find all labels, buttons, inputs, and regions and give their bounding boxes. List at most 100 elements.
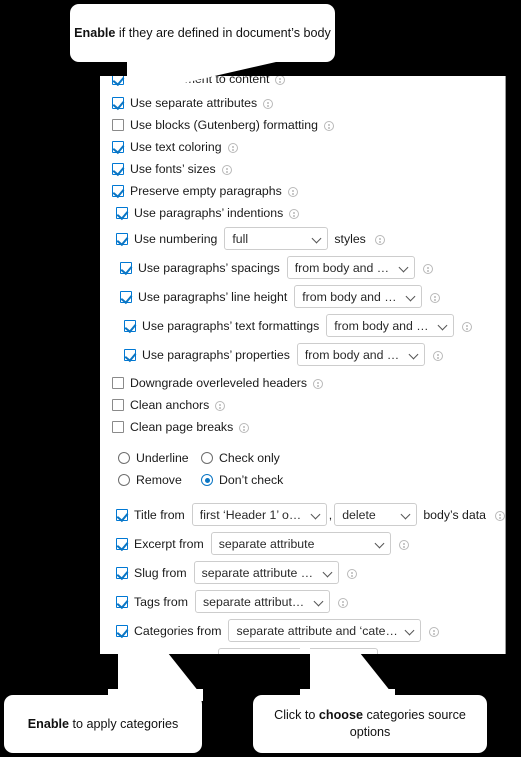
radio-option-remove[interactable]: Remove	[118, 473, 201, 487]
select-title-body-action[interactable]: delete	[334, 503, 418, 526]
setting-row-title-from[interactable]: Title from first ‘Header 1’ or ‘title’ ,…	[112, 500, 505, 529]
callout-bold-text: Enable	[27, 716, 70, 731]
select-value: separate attribute or filename	[201, 565, 316, 580]
radio-check-only[interactable]	[201, 452, 213, 464]
radio-dont-check[interactable]	[201, 474, 213, 486]
chevron-down-icon	[376, 539, 385, 548]
checkbox-use-paragraphs-text-formattings[interactable]	[124, 319, 136, 332]
checkbox-clean-page-breaks[interactable]	[112, 421, 124, 433]
checkbox-title-from[interactable]	[116, 508, 128, 521]
help-icon[interactable]	[221, 165, 232, 175]
setting-label: Tags from	[134, 594, 188, 609]
select-categories-source[interactable]: separate attribute and ‘categories’	[228, 619, 422, 642]
select-excerpt-source[interactable]: separate attribute	[210, 532, 391, 555]
setting-label: Use numbering	[134, 231, 218, 246]
setting-row-tags-from[interactable]: Tags from separate attribute and ‘tags’	[112, 587, 505, 616]
help-icon[interactable]	[289, 209, 300, 219]
setting-label: Title from	[134, 507, 185, 522]
checkbox-use-paragraphs-spacings[interactable]	[120, 261, 132, 274]
setting-row-categories-from[interactable]: Categories from separate attribute and ‘…	[112, 616, 505, 645]
setting-row-use-fonts-sizes[interactable]: Use fonts’ sizes	[112, 158, 505, 180]
select-paragraphs-line-height-source[interactable]: from body and style	[294, 285, 423, 308]
checkbox-use-text-coloring[interactable]	[112, 141, 124, 153]
select-paragraphs-spacings-source[interactable]: from body and style	[286, 256, 415, 279]
checkbox-use-blocks-gutenberg-formatting[interactable]	[112, 119, 124, 131]
setting-row-preserve-empty-paragraphs[interactable]: Preserve empty paragraphs	[112, 180, 505, 202]
setting-row-clean-page-breaks[interactable]: Clean page breaks	[112, 416, 505, 438]
checkbox-use-numbering[interactable]	[116, 232, 128, 245]
setting-row-excerpt-from[interactable]: Excerpt from separate attribute	[112, 529, 505, 558]
radio-label: Don’t check	[219, 473, 284, 487]
callout-tail-top	[106, 58, 276, 94]
radio-option-dont-check[interactable]: Don’t check	[201, 473, 283, 487]
checkbox-categories-from[interactable]	[116, 624, 128, 637]
radio-remove[interactable]	[118, 474, 130, 486]
checkbox-downgrade-overleveled-headers[interactable]	[112, 377, 124, 389]
checkbox-clean-anchors[interactable]	[112, 399, 124, 411]
chevron-down-icon	[407, 292, 416, 301]
help-icon[interactable]	[495, 510, 505, 521]
help-icon[interactable]	[430, 292, 441, 303]
help-icon[interactable]	[432, 350, 443, 361]
checkbox-use-fonts-sizes[interactable]	[112, 163, 124, 175]
help-icon[interactable]	[287, 187, 298, 197]
help-icon[interactable]	[346, 568, 357, 579]
help-icon[interactable]	[263, 99, 274, 109]
callout-tail-bottom-left	[108, 645, 203, 701]
help-icon[interactable]	[275, 76, 286, 85]
chevron-down-icon	[312, 510, 321, 519]
radio-option-check-only[interactable]: Check only	[201, 451, 280, 465]
setting-row-use-blocks-gutenberg-formatting[interactable]: Use blocks (Gutenberg) formatting	[112, 114, 505, 136]
checkbox-use-paragraphs-indentions[interactable]	[116, 207, 128, 219]
select-paragraphs-text-formattings-source[interactable]: from body and style	[326, 314, 455, 337]
setting-row-use-numbering[interactable]: Use numbering full styles	[112, 224, 505, 253]
setting-label: Downgrade overleveled headers	[130, 376, 308, 390]
setting-row-use-text-coloring[interactable]: Use text coloring	[112, 136, 505, 158]
setting-row-downgrade-overleveled-headers[interactable]: Downgrade overleveled headers	[112, 372, 505, 394]
select-slug-source[interactable]: separate attribute or filename	[193, 561, 339, 584]
checkbox-use-separate-attributes[interactable]	[112, 97, 124, 109]
setting-row-slug-from[interactable]: Slug from separate attribute or filename	[112, 558, 505, 587]
chevron-down-icon	[439, 321, 448, 330]
help-icon[interactable]	[338, 597, 348, 608]
setting-row-use-paragraphs-spacings[interactable]: Use paragraphs’ spacings from body and s…	[112, 253, 505, 282]
checkbox-preserve-empty-paragraphs[interactable]	[112, 185, 124, 197]
help-icon[interactable]	[227, 143, 238, 153]
select-paragraphs-properties-source[interactable]: from body and style	[296, 343, 425, 366]
setting-label: Preserve empty paragraphs	[130, 184, 282, 198]
select-value: separate attribute and ‘tags’	[203, 594, 307, 609]
checkbox-excerpt-from[interactable]	[116, 537, 128, 550]
chevron-down-icon	[402, 510, 411, 519]
select-value: from body and style	[334, 318, 432, 333]
radio-option-underline[interactable]: Underline	[118, 451, 201, 465]
help-icon[interactable]	[239, 423, 250, 433]
help-icon[interactable]	[429, 626, 440, 637]
setting-label-suffix: body’s data	[423, 507, 486, 522]
callout-text: if they are defined in document’s body	[115, 25, 331, 40]
help-icon[interactable]	[323, 121, 334, 131]
setting-label: Excerpt from	[134, 536, 204, 551]
help-icon[interactable]	[422, 263, 433, 274]
checkbox-tags-from[interactable]	[116, 595, 128, 608]
radio-underline[interactable]	[118, 452, 130, 464]
select-tags-source[interactable]: separate attribute and ‘tags’	[195, 590, 330, 613]
select-value: from body and style	[302, 289, 400, 304]
checkbox-slug-from[interactable]	[116, 566, 128, 579]
help-icon[interactable]	[462, 321, 473, 332]
select-title-source[interactable]: first ‘Header 1’ or ‘title’	[191, 503, 327, 526]
help-icon[interactable]	[398, 539, 409, 550]
checkbox-use-paragraphs-line-height[interactable]	[120, 290, 132, 303]
checkbox-use-paragraphs-properties[interactable]	[124, 348, 136, 361]
select-numbering-styles[interactable]: full	[224, 227, 329, 250]
setting-row-clean-anchors[interactable]: Clean anchors	[112, 394, 505, 416]
setting-row-use-paragraphs-properties[interactable]: Use paragraphs’ properties from body and…	[112, 340, 505, 369]
setting-label: Use paragraphs’ line height	[138, 289, 288, 304]
setting-label: Use blocks (Gutenberg) formatting	[130, 118, 318, 132]
setting-row-use-paragraphs-indentions[interactable]: Use paragraphs’ indentions	[112, 202, 505, 224]
callout-bold-text: Enable	[74, 25, 116, 40]
help-icon[interactable]	[374, 234, 385, 245]
setting-row-use-paragraphs-line-height[interactable]: Use paragraphs’ line height from body an…	[112, 282, 505, 311]
setting-row-use-paragraphs-text-formattings[interactable]: Use paragraphs’ text formattings from bo…	[112, 311, 505, 340]
help-icon[interactable]	[215, 401, 226, 411]
help-icon[interactable]	[313, 379, 324, 389]
